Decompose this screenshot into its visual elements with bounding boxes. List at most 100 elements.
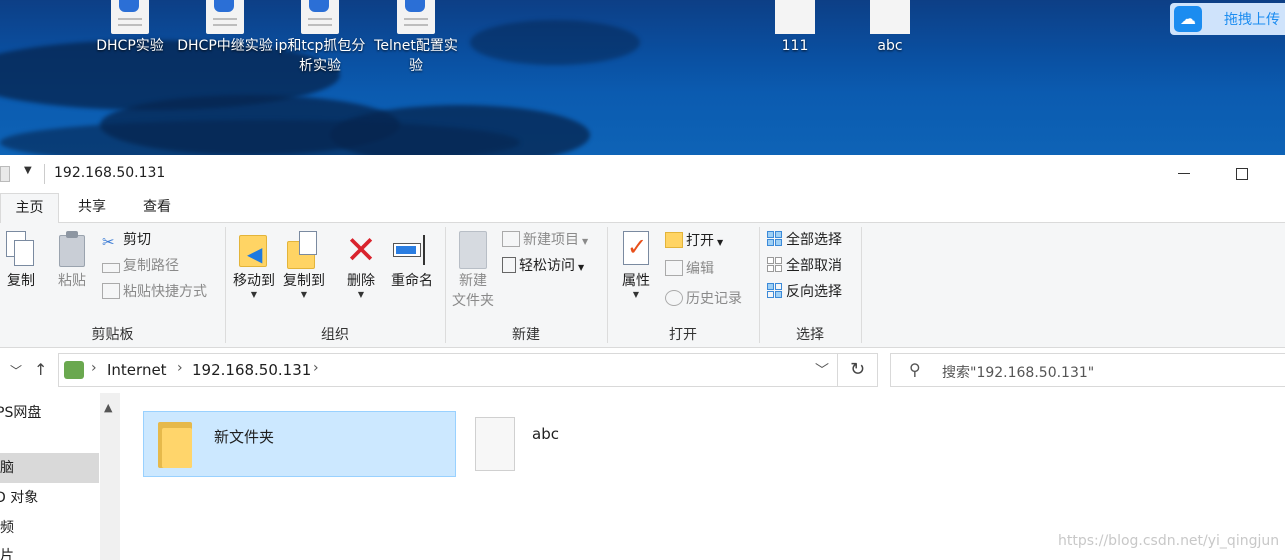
invert-selection-button[interactable]: 反向选择 [767,280,842,304]
delete-x-icon: ✕ [345,228,377,272]
copy-path-icon [102,263,120,273]
word-doc-icon [111,0,149,34]
desktop-icon-label: DHCP中继实验 [177,38,273,54]
rename-icon [393,231,431,269]
search-box[interactable]: ⚲ 搜索"192.168.50.131" [890,353,1285,387]
history-clock-icon [665,290,683,306]
chevron-down-icon: ▼ [250,290,258,299]
nav-item-pictures[interactable]: 图片 [0,541,99,560]
search-icon: ⚲ [909,360,921,379]
paste-button[interactable]: 粘贴 [52,231,92,291]
copy-to-label: 复制到 [283,273,325,289]
easy-access-label: 轻松访问 [519,258,575,274]
easy-access-button[interactable]: 轻松访问 ▼ [502,254,584,278]
scroll-up-icon[interactable]: ▲ [104,401,112,414]
copy-label: 复制 [7,273,35,289]
divider [861,227,862,343]
new-item-button[interactable]: 新建项目 ▼ [502,228,588,252]
copy-to-button[interactable]: 复制到 ▼ [280,231,328,299]
desktop-icon-ip-tcp[interactable]: ip和tcp抓包分析实验 [272,0,368,76]
select-all-button[interactable]: 全部选择 [767,228,842,252]
group-label-organize: 组织 [321,327,349,343]
nav-item-videos[interactable]: 视频 [0,513,99,543]
chevron-right-icon[interactable]: › [313,360,319,376]
baidu-upload-widget[interactable]: ☁ 拖拽上传 [1170,3,1285,35]
new-folder-label-line1: 新建 [459,273,487,289]
group-label-new: 新建 [512,327,540,343]
new-folder-button[interactable]: 新建 文件夹 [449,231,497,311]
blank-file-icon [475,417,515,471]
copy-icon [6,231,36,269]
breadcrumb-internet[interactable]: Internet [107,361,167,379]
cut-button[interactable]: ✂ 剪切 [102,228,151,252]
refresh-icon: ↻ [849,359,866,380]
chevron-right-icon[interactable]: › [177,360,183,376]
paste-shortcut-label: 粘贴快捷方式 [123,284,207,300]
nav-item-label: PS网盘 [0,405,42,421]
refresh-button[interactable]: ↻ [838,353,878,387]
desktop-icon-abc[interactable]: abc [842,0,938,56]
chevron-down-icon: ▼ [632,290,640,299]
new-item-icon [502,231,520,247]
history-button[interactable]: 历史记录 [665,287,742,311]
group-label-open: 打开 [669,327,697,343]
folder-icon [158,422,194,468]
move-to-label: 移动到 [233,273,275,289]
copy-folder-icon [287,231,321,269]
open-button[interactable]: 打开 ▼ [665,229,723,253]
desktop-icon-telnet[interactable]: Telnet配置实验 [368,0,464,76]
address-bar[interactable]: › Internet › 192.168.50.131 › ﹀ [58,353,838,387]
nav-item-label: 图片 [0,548,14,560]
blank-file-icon [870,0,910,34]
word-doc-icon [301,0,339,34]
group-label-select: 选择 [796,327,824,343]
move-to-button[interactable]: ◀ 移动到 ▼ [230,231,278,299]
open-folder-icon [665,232,683,248]
tab-home[interactable]: 主页 [0,193,59,224]
tab-view[interactable]: 查看 [127,193,187,224]
desktop-icon-dhcp[interactable]: DHCP实验 [82,0,178,56]
address-dropdown-icon[interactable]: ﹀ [815,360,829,380]
properties-check-icon: ✓ [621,231,651,269]
file-item-abc[interactable]: abc [475,411,715,477]
nav-item-3d-objects[interactable]: D 对象 [0,483,99,513]
quick-access-dropdown-icon[interactable]: ▼ [24,165,32,176]
breadcrumb-host[interactable]: 192.168.50.131 [192,361,311,379]
minimize-icon[interactable] [1178,173,1190,174]
maximize-icon[interactable] [1236,168,1248,180]
word-doc-icon [397,0,435,34]
properties-button[interactable]: ✓ 属性 ▼ [615,231,657,299]
up-arrow-icon[interactable]: ↑ [34,360,47,379]
chevron-down-icon: ▼ [300,290,308,299]
copy-button[interactable]: 复制 [0,231,42,291]
nav-item-cloud[interactable]: PS网盘 [0,398,99,428]
copy-path-button[interactable]: 复制路径 [102,254,179,278]
quick-access-icon[interactable] [0,166,10,182]
desktop-icon-111[interactable]: 111 [747,0,843,56]
new-item-label: 新建项目 [523,232,579,248]
select-none-icon [767,257,783,273]
recent-locations-chevron-icon[interactable]: ﹀ [10,362,22,379]
desktop-icon-label: ip和tcp抓包分析实验 [274,38,366,74]
file-explorer-window: ▼ 192.168.50.131 主页 共享 查看 复制 粘贴 ✂ 剪切 复制路径… [0,155,1285,560]
edit-button[interactable]: 编辑 [665,257,714,281]
invert-selection-label: 反向选择 [786,284,842,300]
chevron-right-icon[interactable]: › [91,360,97,376]
file-name: 新文件夹 [214,428,275,446]
move-folder-icon: ◀ [237,231,271,269]
select-none-button[interactable]: 全部取消 [767,254,842,278]
nav-scrollbar[interactable] [100,393,120,560]
nav-item-label: D 对象 [0,490,39,506]
nav-item-label: 视频 [0,520,14,536]
group-label-clipboard: 剪贴板 [91,327,134,343]
blank-file-icon [775,0,815,34]
tab-share[interactable]: 共享 [62,193,122,224]
select-all-label: 全部选择 [786,232,842,248]
file-item-folder[interactable]: 新文件夹 [143,411,456,477]
new-folder-label-line2: 文件夹 [452,293,494,309]
delete-button[interactable]: ✕ 删除 ▼ [342,231,380,299]
desktop-icon-dhcp-relay[interactable]: DHCP中继实验 [177,0,273,56]
nav-item-this-pc[interactable]: 电脑 [0,453,99,483]
paste-shortcut-button[interactable]: 粘贴快捷方式 [102,280,207,304]
rename-button[interactable]: 重命名 [388,231,436,291]
